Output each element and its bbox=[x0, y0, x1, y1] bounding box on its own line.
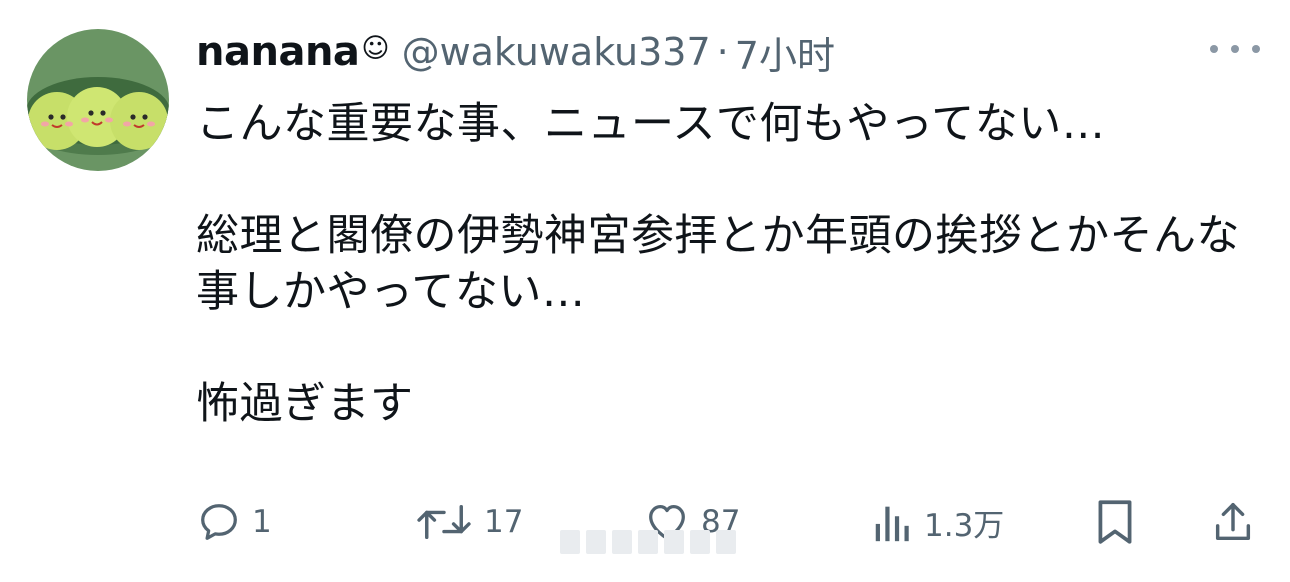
user-handle[interactable]: @wakuwaku337 bbox=[402, 30, 711, 74]
bookmark-button[interactable] bbox=[1094, 490, 1136, 554]
avatar[interactable] bbox=[27, 29, 169, 171]
bookmark-icon bbox=[1098, 500, 1132, 544]
reply-bubble-icon bbox=[201, 504, 237, 540]
timestamp[interactable]: 7小时 bbox=[735, 25, 835, 80]
pea-pod-avatar-image bbox=[27, 29, 169, 171]
watermark-overlay bbox=[560, 530, 736, 554]
more-dots-icon[interactable] bbox=[1210, 34, 1260, 64]
reply-button[interactable]: 1 bbox=[196, 490, 272, 554]
display-name[interactable]: nanana bbox=[196, 29, 360, 75]
views-count: 1.3万 bbox=[924, 507, 1005, 544]
more-dot bbox=[1210, 45, 1218, 53]
views-button[interactable]: 1.3万 bbox=[872, 490, 1004, 554]
reply-count: 1 bbox=[252, 504, 272, 540]
share-button[interactable] bbox=[1210, 490, 1256, 554]
retweet-button[interactable]: 17 bbox=[414, 490, 523, 554]
retweet-count: 17 bbox=[484, 504, 524, 540]
views-bars-icon bbox=[875, 506, 909, 542]
more-dot bbox=[1231, 45, 1239, 53]
share-icon bbox=[1215, 503, 1251, 541]
tweet-text: こんな重要な事、ニュースで何もやってない… 総理と閣僚の伊勢神宮参拝とか年頭の挨… bbox=[196, 99, 1240, 429]
header-separator: · bbox=[716, 30, 729, 74]
tweet-header: nanana ☺ @wakuwaku337 · 7小时 bbox=[196, 24, 835, 80]
retweet-arrows-icon bbox=[417, 504, 471, 540]
more-dot bbox=[1252, 45, 1260, 53]
name-emoji: ☺ bbox=[361, 32, 390, 64]
